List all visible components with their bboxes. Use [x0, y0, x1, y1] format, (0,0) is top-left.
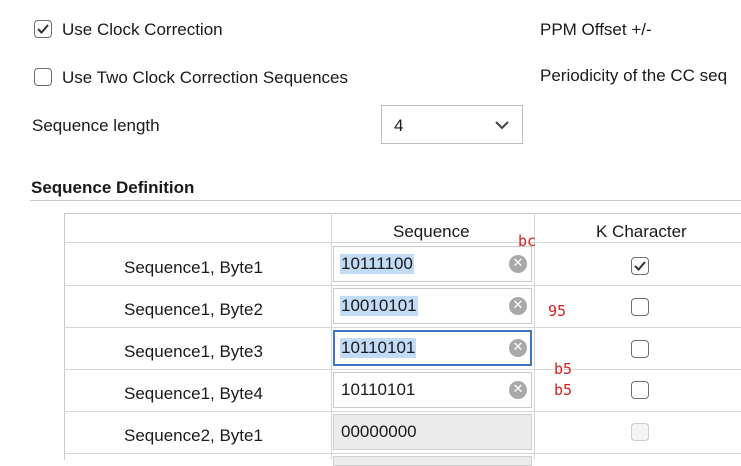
sequence-value: 10110101: [341, 380, 416, 399]
sequence-input[interactable]: 10110101 ✕: [333, 372, 532, 408]
header-sequence: Sequence: [393, 222, 470, 241]
annotation-text: 95: [548, 302, 567, 320]
column-divider: [331, 213, 332, 459]
chevron-down-icon: [495, 121, 509, 130]
row-divider: [64, 242, 741, 243]
row-divider: [64, 285, 741, 286]
k-character-checkbox[interactable]: [631, 257, 649, 275]
row-label: Sequence1, Byte1: [124, 258, 263, 277]
sequence-input: 00000000: [333, 414, 532, 450]
k-character-checkbox[interactable]: [631, 298, 649, 316]
sequence-input[interactable]: 10110101 ✕: [333, 330, 532, 366]
k-character-checkbox[interactable]: [631, 381, 649, 399]
row-divider: [64, 453, 741, 454]
k-character-checkbox[interactable]: [631, 340, 649, 358]
row-label: Sequence2, Byte1: [124, 426, 263, 445]
clear-icon[interactable]: ✕: [509, 297, 527, 315]
header-k-character: K Character: [596, 222, 687, 241]
section-title: Sequence Definition: [31, 178, 195, 197]
sequence-length-label: Sequence length: [32, 116, 160, 135]
ppm-offset-label: PPM Offset +/-: [540, 20, 652, 39]
annotation-text: b5: [554, 381, 573, 399]
row-label: Sequence1, Byte2: [124, 300, 263, 319]
sequence-length-select[interactable]: 4: [381, 105, 523, 144]
clear-icon[interactable]: ✕: [509, 339, 527, 357]
row-label: Sequence1, Byte4: [124, 384, 263, 403]
row-divider: [64, 369, 741, 370]
annotation-text: bc: [518, 232, 537, 250]
use-two-sequences-checkbox[interactable]: [34, 68, 52, 86]
clear-icon[interactable]: ✕: [509, 381, 527, 399]
sequence-value: 00000000: [341, 422, 417, 441]
clear-icon[interactable]: ✕: [509, 255, 527, 273]
sequence-input: [333, 456, 532, 466]
sequence-input[interactable]: 10111100 ✕: [333, 246, 532, 282]
sequence-length-value: 4: [394, 116, 404, 135]
row-divider: [64, 327, 741, 328]
sequence-input[interactable]: 10010101 ✕: [333, 288, 532, 324]
use-clock-correction-label: Use Clock Correction: [62, 20, 223, 39]
checkmark-icon: [634, 261, 646, 271]
sequence-value: 10111100: [340, 254, 414, 274]
use-two-sequences-label: Use Two Clock Correction Sequences: [62, 68, 348, 87]
sequence-value: 10010101: [340, 296, 418, 316]
row-divider: [64, 411, 741, 412]
sequence-value: 10110101: [340, 338, 417, 358]
periodicity-label: Periodicity of the CC seq: [540, 66, 728, 85]
annotation-text: b5: [554, 360, 573, 378]
checkmark-icon: [37, 24, 49, 34]
k-character-checkbox: [631, 423, 649, 441]
section-divider: [30, 200, 741, 201]
row-label: Sequence1, Byte3: [124, 342, 263, 361]
use-clock-correction-checkbox[interactable]: [34, 20, 52, 38]
